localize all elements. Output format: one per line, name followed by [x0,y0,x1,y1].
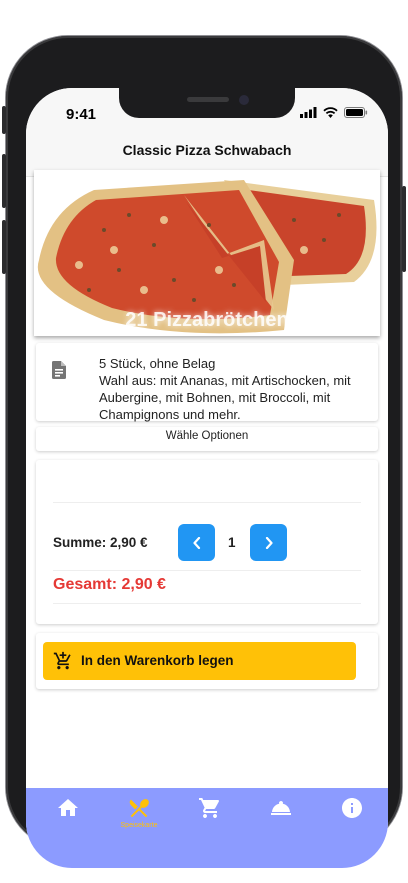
page-title: Classic Pizza Schwabach [122,142,292,158]
status-time: 9:41 [66,106,97,123]
status-icons [300,107,368,118]
volume-up-button [2,154,6,208]
divider [53,603,361,604]
dish-icon [271,801,291,815]
screen: 9:41 Classic Pizza Schwabach 21 Pizzabrö… [26,88,388,868]
product-image: 21 Pizzabrötchen [34,170,380,336]
add-shopping-cart-icon [53,651,71,670]
front-camera [239,95,249,105]
tab-orders[interactable] [257,796,305,836]
tab-speisekarte-label: Speisekarte [120,822,158,829]
add-to-cart-button[interactable]: In den Warenkorb legen [43,642,356,680]
subtotal: Summe: 2,90 € [53,535,148,550]
increase-quantity-button[interactable] [250,524,287,561]
description-text: 5 Stück, ohne Belag Wahl aus: mit Ananas… [99,355,369,423]
chevron-left-icon [192,536,200,549]
options-button[interactable]: Wähle Optionen [36,427,378,451]
wifi-icon [323,107,338,118]
phone-frame: 9:41 Classic Pizza Schwabach 21 Pizzabrö… [2,36,406,868]
cart-card: In den Warenkorb legen [36,633,378,689]
signal-icon [300,107,317,118]
tab-home[interactable] [44,796,92,836]
description-line-2: Wahl aus: mit Ananas, mit Artischocken, … [99,373,351,422]
add-to-cart-label: In den Warenkorb legen [81,653,234,668]
notch [119,88,295,118]
power-button [402,186,406,272]
quantity-card: Summe: 2,90 € 1 Gesamt: 2,90 € [36,460,378,624]
document-icon [52,361,66,379]
cart-icon [199,798,220,818]
description-line-1: 5 Stück, ohne Belag [99,356,216,371]
description-card: 5 Stück, ohne Belag Wahl aus: mit Ananas… [36,343,378,423]
tab-cart[interactable] [186,796,234,836]
divider [53,502,361,503]
info-icon [342,798,362,818]
home-icon [58,799,78,816]
speaker [187,97,229,102]
chevron-right-icon [265,536,273,549]
bottom-navigation: Speisekarte [26,788,388,868]
divider [53,570,361,571]
battery-icon [344,107,368,118]
quantity-value: 1 [228,535,236,550]
decrease-quantity-button[interactable] [178,524,215,561]
utensils-icon [129,799,149,818]
tab-speisekarte[interactable]: Speisekarte [115,796,163,836]
options-label: Wähle Optionen [165,430,249,442]
tab-info[interactable] [328,796,376,836]
mute-switch [2,106,6,134]
image-caption: 21 Pizzabrötchen [125,309,289,331]
total-price: Gesamt: 2,90 € [53,576,166,593]
volume-down-button [2,220,6,274]
